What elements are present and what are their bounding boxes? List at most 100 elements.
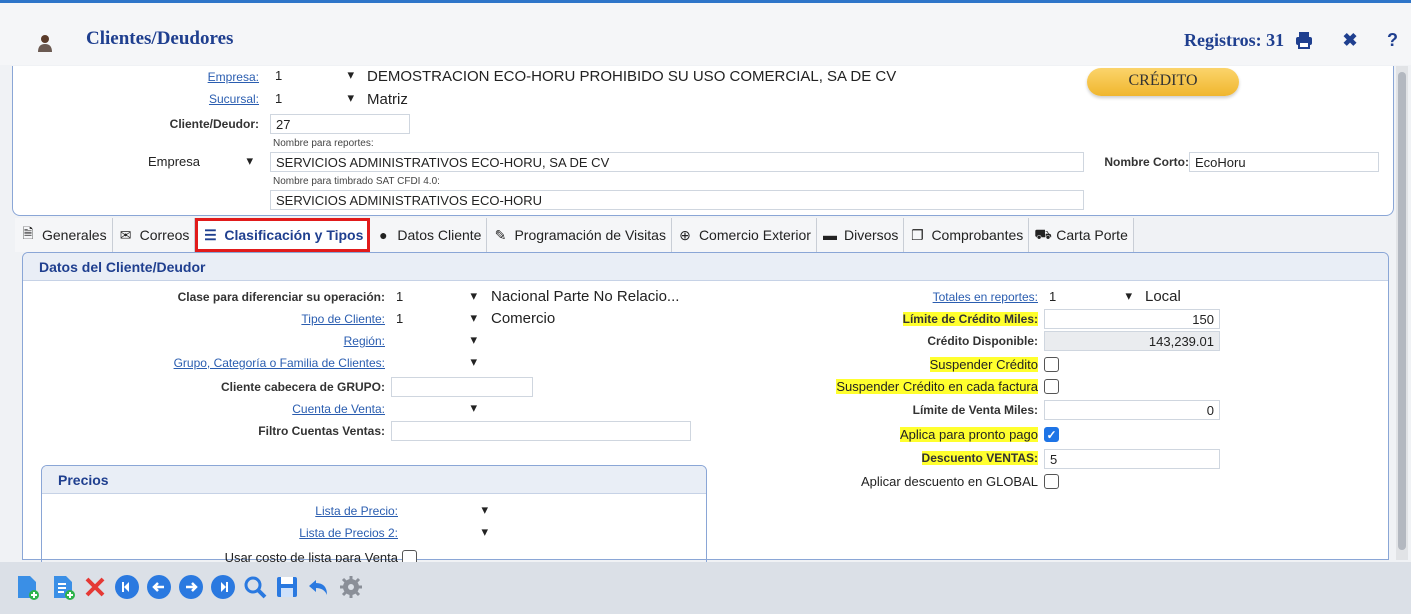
descuento-input[interactable]: 5 [1044,449,1220,469]
next-icon[interactable] [178,574,204,600]
desc-global-checkbox[interactable] [1044,474,1059,489]
sucursal-select[interactable]: 1 ▾ [270,89,360,109]
tab-programacion-visitas[interactable]: ✎ Programación de Visitas [487,218,672,252]
nombre-corto-input[interactable]: EcoHoru [1189,152,1379,172]
credito-badge: CRÉDITO [1087,68,1239,96]
sucursal-name: Matriz [367,91,408,108]
section-header [23,253,1388,281]
undo-icon[interactable] [306,574,332,600]
settings-icon[interactable] [338,574,364,600]
cliente-label: Cliente/Deudor: [169,117,259,131]
nombre-timbrado-input[interactable]: SERVICIOS ADMINISTRATIVOS ECO-HORU [270,190,1084,210]
credito-disp-value: 143,239.01 [1044,331,1220,351]
lista-precio2-label[interactable]: Lista de Precios 2: [192,526,398,540]
tipo-cliente-name: Comercio [491,310,556,327]
descuento-text: Descuento VENTAS: [921,451,1038,465]
close-icon[interactable]: ✖ [1340,30,1360,50]
tab-datos-cliente[interactable]: ● Datos Cliente [370,218,488,252]
grupo-label[interactable]: Grupo, Categoría o Familia de Clientes: [123,356,385,370]
list-icon: ☰ [204,226,217,243]
search-icon[interactable] [242,574,268,600]
nombre-reportes-input[interactable]: SERVICIOS ADMINISTRATIVOS ECO-HORU, SA D… [270,152,1084,172]
credito-disp-label: Crédito Disponible: [927,334,1038,348]
cuenta-venta-select[interactable]: ▾ [391,399,483,419]
chevron-down-icon: ▾ [481,524,488,539]
datos-cliente-panel: Datos del Cliente/Deudor Clase para dife… [22,252,1389,575]
grupo-select[interactable]: ▾ [391,353,483,373]
lista-precio2-select[interactable]: ▾ [410,523,494,543]
tab-label: Clasificación y Tipos [224,227,364,243]
empresa-name: DEMOSTRACION ECO-HORU PROHIBIDO SU USO C… [367,68,897,85]
delete-icon[interactable] [82,574,108,600]
desc-global-label: Aplicar descuento en GLOBAL [860,474,1038,489]
sucursal-label[interactable]: Sucursal: [163,92,259,106]
filtro-input[interactable] [391,421,691,441]
empresa-value: 1 [275,68,283,83]
tipo-cliente-value: 1 [396,311,404,326]
lista-precio-select[interactable]: ▾ [410,501,494,521]
suspender-checkbox[interactable] [1044,357,1059,372]
region-label[interactable]: Región: [123,334,385,348]
tab-label: Datos Cliente [397,227,482,243]
clase-select[interactable]: 1 ▾ [391,287,483,307]
region-select[interactable]: ▾ [391,331,483,351]
suspender-factura-checkbox[interactable] [1044,379,1059,394]
print-icon[interactable] [1294,30,1314,50]
tipo-cliente-label[interactable]: Tipo de Cliente: [123,312,385,326]
suspender-factura-label: Suspender Crédito en cada factura [723,379,1038,394]
tipo-nombre-value: Empresa [148,154,201,169]
tipo-cliente-select[interactable]: 1 ▾ [391,309,483,329]
scrollbar-thumb[interactable] [1398,72,1406,550]
clase-name: Nacional Parte No Relacio... [491,288,680,305]
limite-credito-input[interactable]: 150 [1044,309,1220,329]
empresa-select[interactable]: 1 ▾ [270,66,360,86]
tab-label: Carta Porte [1056,227,1128,243]
prev-icon[interactable] [146,574,172,600]
archive-icon: ▬ [822,227,837,243]
first-icon[interactable] [114,574,140,600]
clase-label: Clase para diferenciar su operación: [177,290,385,304]
save-icon[interactable] [274,574,300,600]
lista-precio-label[interactable]: Lista de Precio: [192,504,398,518]
suspender-text: Suspender Crédito [929,357,1038,372]
tab-diversos[interactable]: ▬ Diversos [816,218,905,252]
precios-panel: Precios Lista de Precio: ▾ Lista de Prec… [41,465,707,575]
tab-carta-porte[interactable]: ⛟ Carta Porte [1029,218,1134,252]
help-icon[interactable]: ? [1387,30,1411,50]
user-icon [38,35,52,52]
vertical-scrollbar[interactable] [1396,66,1408,560]
suspender-factura-text: Suspender Crédito en cada factura [836,379,1038,394]
tipo-nombre-select[interactable]: Empresa ▾ [143,152,259,172]
new-list-icon[interactable] [50,574,76,600]
precios-title: Precios [58,472,109,488]
limite-venta-input[interactable]: 0 [1044,400,1220,420]
chevron-down-icon: ▾ [470,400,477,415]
edit-icon: ✎ [494,226,507,243]
chevron-down-icon: ▾ [470,332,477,347]
envelope-icon: ✉ [119,226,132,243]
totales-select[interactable]: 1 ▾ [1044,287,1138,307]
precios-header [42,466,706,494]
nombre-timbrado-label: Nombre para timbrado SAT CFDI 4.0: [273,176,440,187]
sucursal-value: 1 [275,91,283,106]
tab-label: Diversos [843,227,899,243]
chevron-down-icon: ▾ [246,153,253,168]
empresa-label[interactable]: Empresa: [163,70,259,84]
section-title: Datos del Cliente/Deudor [39,259,206,275]
tab-label: Comercio Exterior [698,227,811,243]
tab-clasificacion[interactable]: ☰ Clasificación y Tipos [195,218,371,252]
document-icon: 🗎 [22,225,34,241]
cabecera-input[interactable] [391,377,533,397]
new-doc-icon[interactable] [14,574,40,600]
pronto-pago-checkbox[interactable]: ✓ [1044,427,1059,442]
chevron-down-icon: ▾ [470,310,477,325]
cliente-input[interactable]: 27 [270,114,410,134]
tab-comercio-exterior[interactable]: ⊕ Comercio Exterior [671,218,817,252]
last-icon[interactable] [210,574,236,600]
totales-label[interactable]: Totales en reportes: [803,290,1038,304]
tab-correos[interactable]: ✉ Correos [112,218,196,252]
cuenta-venta-label[interactable]: Cuenta de Venta: [123,402,385,416]
tab-comprobantes[interactable]: ❐ Comprobantes [904,218,1030,252]
tab-generales[interactable]: 🗎 Generales [15,218,113,252]
chevron-down-icon: ▾ [470,354,477,369]
